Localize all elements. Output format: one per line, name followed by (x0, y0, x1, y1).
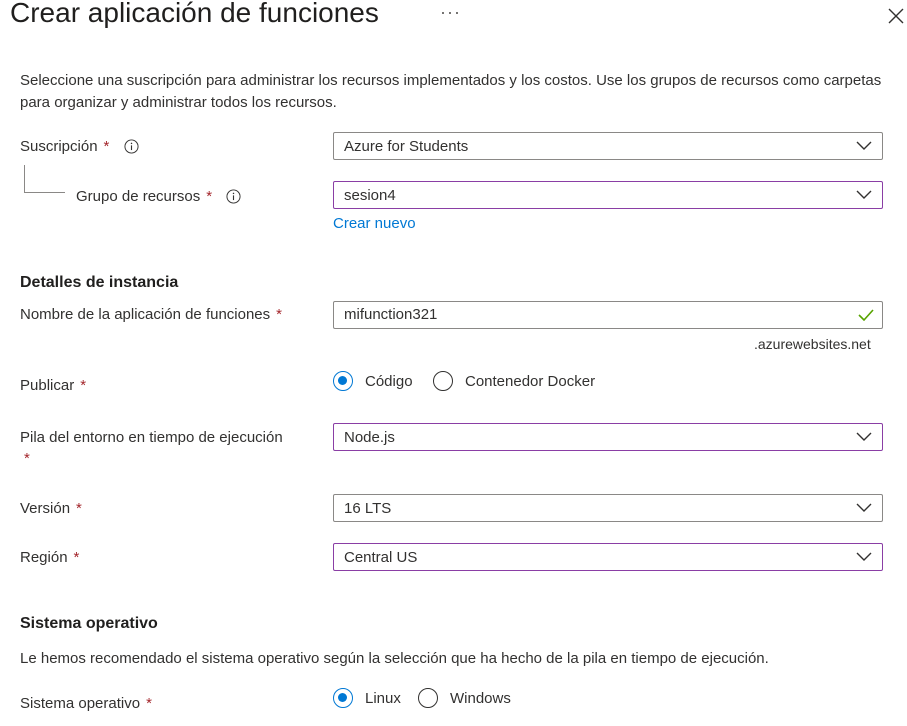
chevron-down-icon (856, 141, 872, 150)
domain-suffix: .azurewebsites.net (754, 336, 871, 352)
chevron-down-icon (856, 432, 872, 441)
publish-option-docker[interactable]: Contenedor Docker (433, 371, 595, 391)
os-description: Le hemos recomendado el sistema operativ… (20, 650, 769, 667)
resource-group-value: sesion4 (344, 187, 396, 204)
runtime-stack-select[interactable]: Node.js (333, 423, 883, 451)
chevron-down-icon (856, 503, 872, 512)
instance-details-heading: Detalles de instancia (20, 274, 179, 291)
subscription-select[interactable]: Azure for Students (333, 132, 883, 160)
radio-selected-icon (333, 371, 353, 391)
chevron-down-icon (856, 190, 872, 199)
resource-group-select[interactable]: sesion4 (333, 181, 883, 209)
runtime-stack-value: Node.js (344, 429, 395, 446)
page-title: Crear aplicación de funciones (10, 0, 379, 28)
app-name-value: mifunction321 (344, 306, 438, 323)
more-options-button[interactable]: ··· (440, 2, 461, 23)
version-value: 16 LTS (344, 500, 392, 517)
version-label: Versión * (20, 500, 82, 517)
required-marker: * (24, 450, 30, 467)
radio-unselected-icon (433, 371, 453, 391)
runtime-stack-label: Pila del entorno en tiempo de ejecución (20, 429, 283, 446)
region-value: Central US (344, 549, 418, 566)
app-name-label: Nombre de la aplicación de funciones * (20, 306, 282, 323)
required-marker: * (80, 377, 87, 394)
checkmark-icon (858, 309, 874, 321)
radio-selected-icon (333, 688, 353, 708)
required-marker: * (103, 138, 110, 155)
os-option-linux[interactable]: Linux (333, 688, 401, 708)
app-name-input[interactable]: mifunction321 (333, 301, 883, 329)
publish-option-code[interactable]: Código (333, 371, 413, 391)
runtime-stack-required: * (20, 450, 30, 467)
required-marker: * (146, 695, 152, 712)
close-icon[interactable] (886, 6, 906, 26)
required-marker: * (206, 188, 213, 205)
os-option-windows[interactable]: Windows (418, 688, 511, 708)
radio-unselected-icon (418, 688, 438, 708)
chevron-down-icon (856, 552, 872, 561)
intro-description: Seleccione una suscripción para administ… (20, 72, 882, 111)
required-marker: * (76, 500, 82, 517)
publish-label: Publicar * (20, 377, 87, 394)
os-heading: Sistema operativo (20, 615, 158, 632)
region-select[interactable]: Central US (333, 543, 883, 571)
required-marker: * (73, 549, 80, 566)
resource-group-label: Grupo de recursos * (76, 188, 241, 205)
subscription-value: Azure for Students (344, 138, 469, 155)
subscription-label: Suscripción * (20, 138, 139, 155)
create-new-link[interactable]: Crear nuevo (333, 215, 416, 232)
info-icon[interactable] (124, 139, 139, 154)
version-select[interactable]: 16 LTS (333, 494, 883, 522)
region-label: Región * (20, 549, 80, 566)
hierarchy-connector (24, 165, 65, 193)
required-marker: * (276, 306, 282, 323)
info-icon[interactable] (226, 189, 241, 204)
os-label: Sistema operativo * (20, 695, 152, 712)
